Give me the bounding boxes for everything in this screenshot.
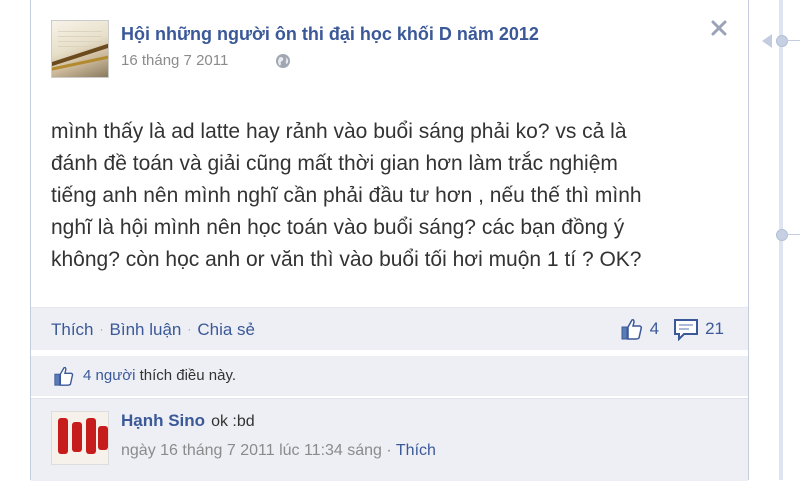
separator: · [187, 322, 192, 336]
comment-author-row: Hạnh Sino ok :bd [121, 411, 255, 431]
like-button[interactable]: Thích [51, 320, 94, 339]
likes-suffix: thích điều này. [135, 367, 237, 384]
post-body: mình thấy là ad latte hay rảnh vào buổi … [51, 116, 741, 276]
comment-button[interactable]: Bình luận [110, 320, 182, 339]
group-name-link[interactable]: Hội những người ôn thi đại học khối D nă… [121, 24, 539, 45]
likes-summary: 4 người thích điều này. [31, 355, 748, 396]
avatar-stroke [72, 422, 82, 452]
avatar-stroke [98, 426, 108, 450]
timeline-connector [786, 234, 800, 235]
avatar-stroke [86, 418, 96, 454]
separator: · [99, 322, 104, 336]
comment-author-link[interactable]: Hạnh Sino [121, 411, 205, 430]
separator: · [381, 442, 396, 459]
comment-item: Hạnh Sino ok :bd ngày 16 tháng 7 2011 lúc… [31, 398, 748, 481]
share-button[interactable]: Chia sẻ [197, 320, 255, 339]
post-body-line: mình thấy là ad latte hay rảnh vào buổi … [51, 120, 627, 143]
timeline-rail [762, 0, 800, 480]
left-gutter [0, 0, 4, 480]
post-body-line: đánh đề toán và giải cũng mất thời gian … [51, 152, 618, 175]
comment-timestamp[interactable]: ngày 16 tháng 7 2011 lúc 11:34 sáng [121, 442, 382, 459]
thumbnail-paper-lines [58, 27, 102, 47]
timeline-dot-icon [776, 35, 788, 47]
comment-like-button[interactable]: Thích [396, 442, 436, 459]
comment-count[interactable]: 21 [705, 319, 724, 339]
likers-link[interactable]: 4 người [83, 367, 135, 384]
action-links: Thích · Bình luận · Chia sẻ [51, 320, 255, 340]
timeline-connector [786, 40, 800, 41]
post-body-line: không? còn học anh or văn thì vào buổi t… [51, 248, 642, 271]
close-icon[interactable] [709, 18, 729, 38]
post-body-line: nghĩ là hội mình nên học toán vào buổi s… [51, 216, 625, 239]
group-thumbnail[interactable] [51, 20, 109, 78]
timeline-pointer [762, 34, 772, 48]
globe-icon [276, 54, 290, 68]
comment-meta: ngày 16 tháng 7 2011 lúc 11:34 sáng · Th… [121, 442, 436, 460]
like-thumb-icon [54, 366, 74, 386]
like-thumb-icon[interactable] [620, 317, 644, 341]
like-count[interactable]: 4 [650, 319, 659, 339]
likes-text: 4 người thích điều này. [83, 367, 236, 384]
post-date[interactable]: 16 tháng 7 2011 [121, 52, 228, 69]
counts: 4 21 [620, 317, 724, 341]
avatar-stroke [58, 418, 68, 454]
action-bar: Thích · Bình luận · Chia sẻ 4 21 [31, 307, 748, 350]
post-card: Hội những người ôn thi đại học khối D nă… [30, 0, 749, 481]
comment-bubble-icon[interactable] [673, 317, 699, 341]
comment-text: ok :bd [211, 413, 255, 430]
avatar[interactable] [51, 411, 109, 465]
timeline-dot-icon [776, 229, 788, 241]
post-body-line: tiếng anh nên mình nghĩ cần phải đầu tư … [51, 184, 642, 207]
